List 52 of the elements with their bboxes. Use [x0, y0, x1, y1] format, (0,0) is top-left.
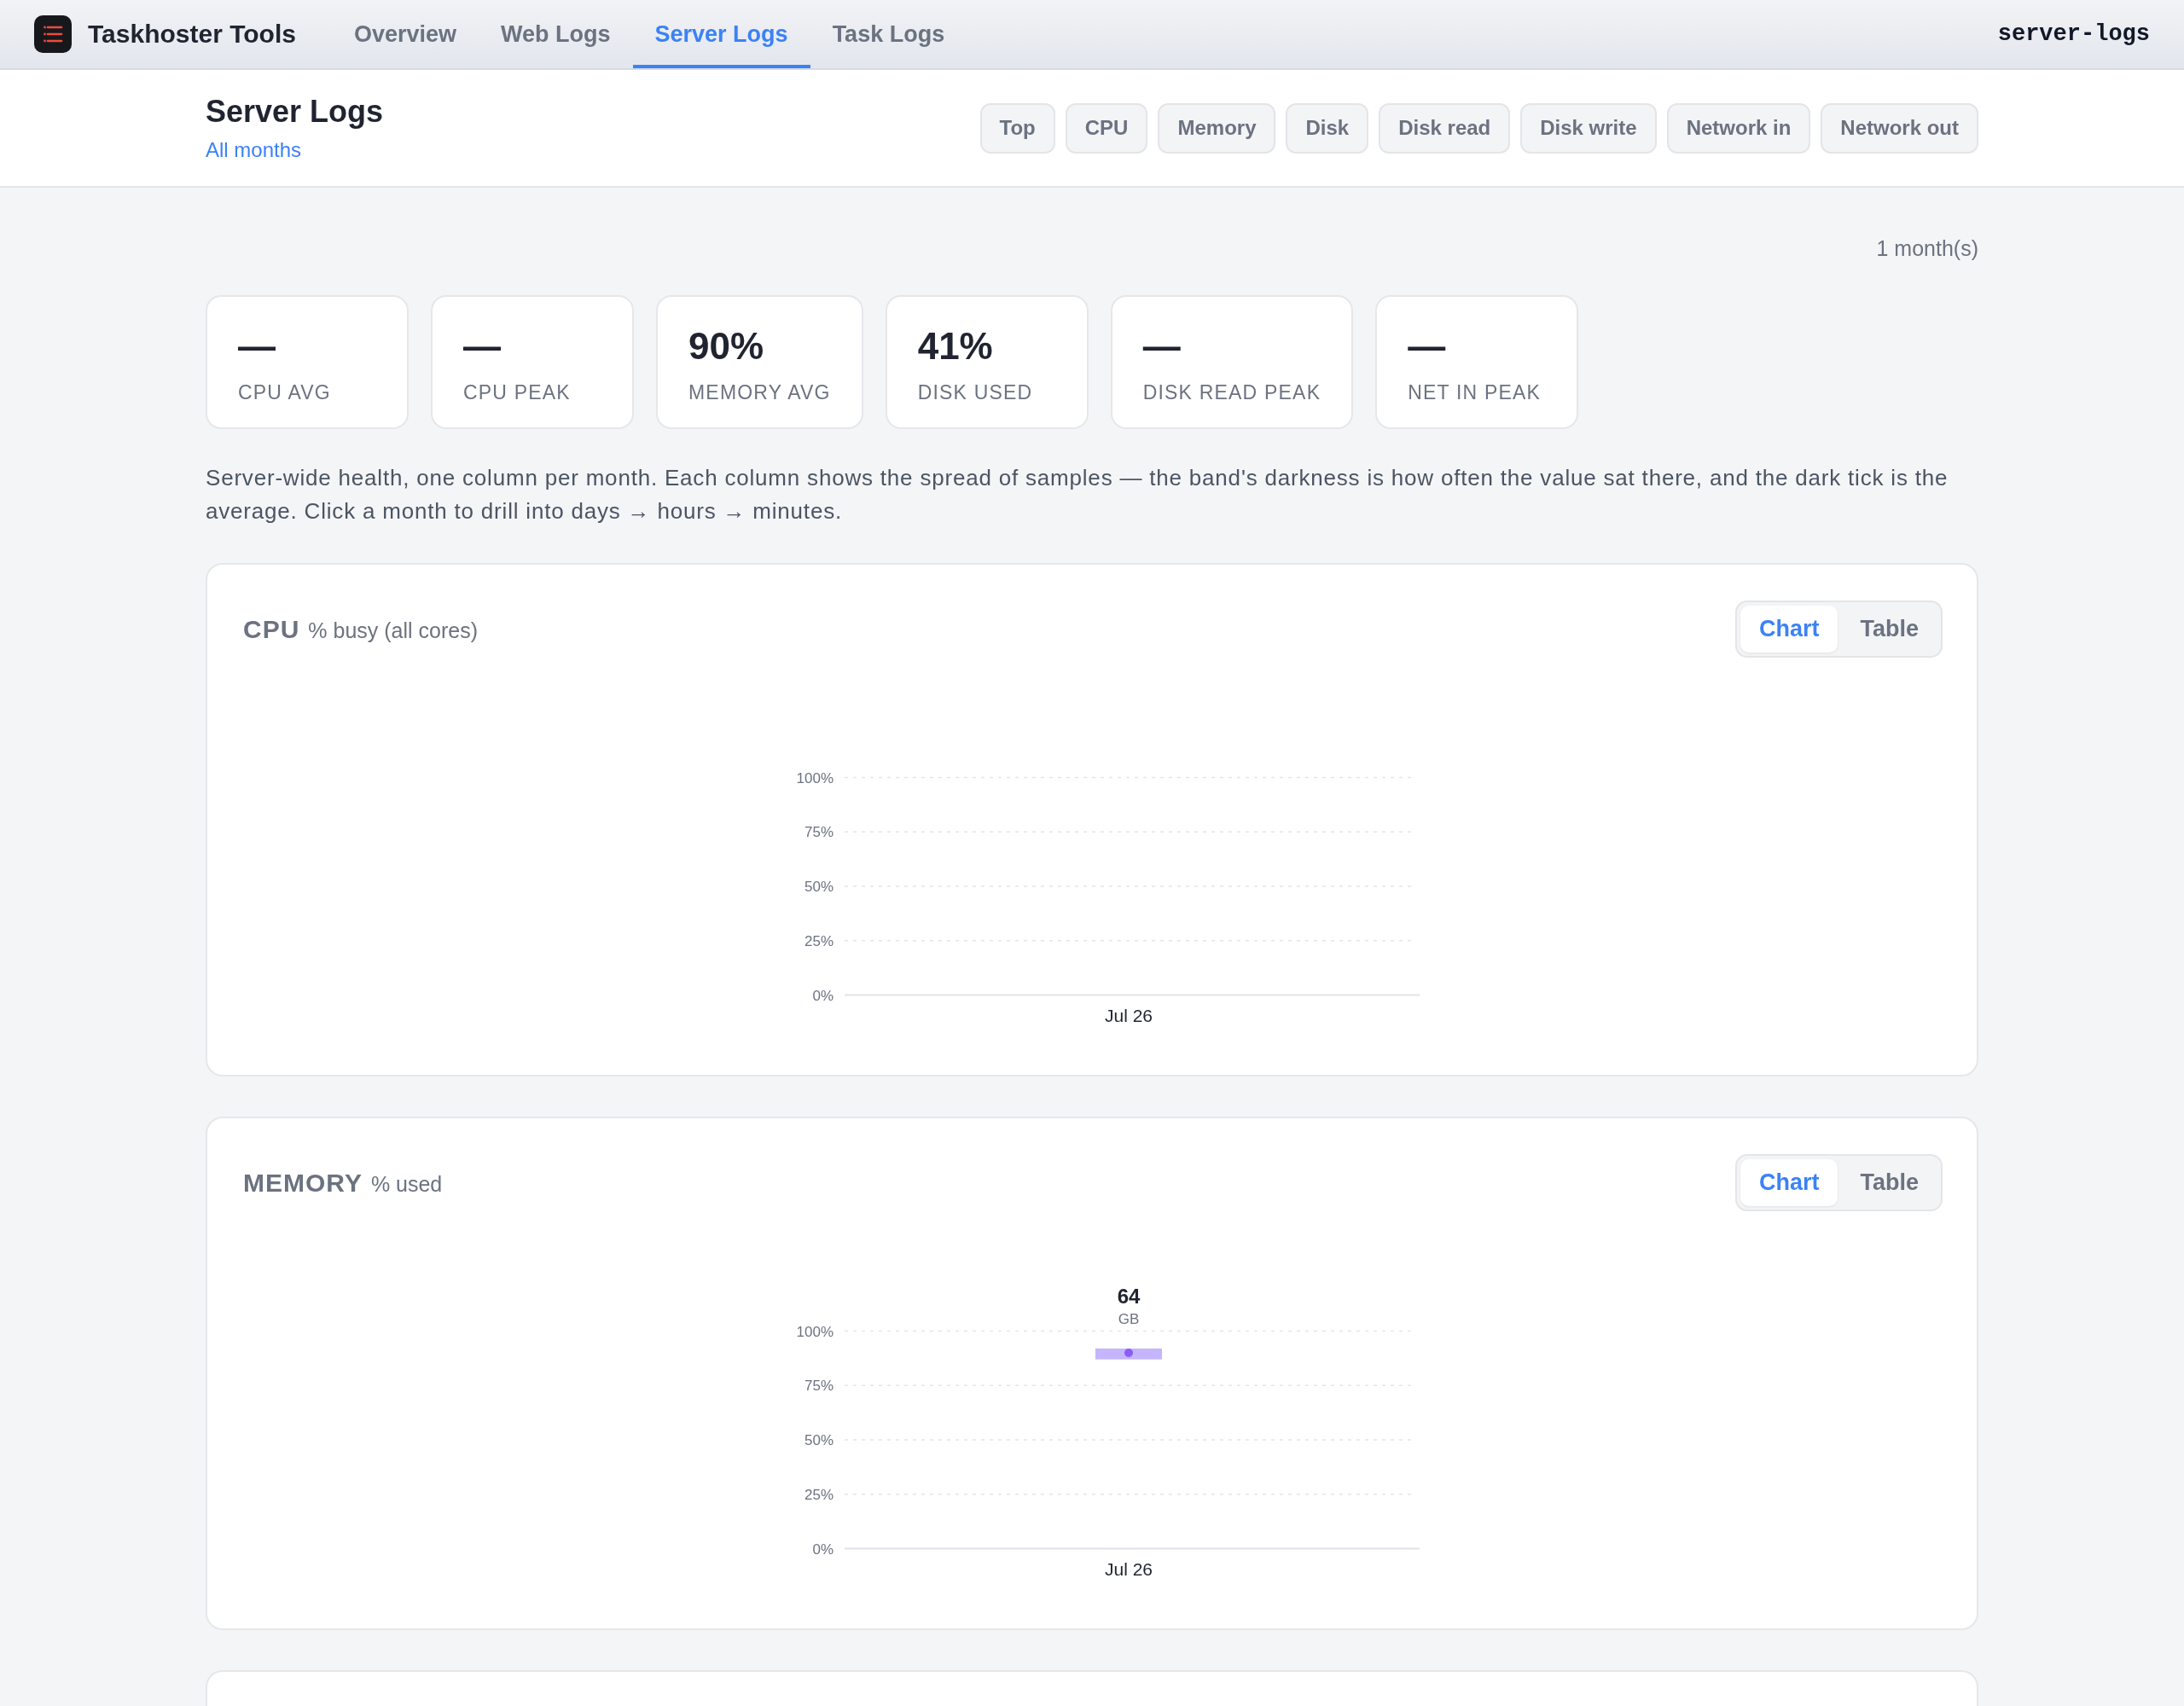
- axis-tick-label: 50%: [804, 1432, 834, 1448]
- view-toggle-option[interactable]: Table: [1841, 606, 1937, 653]
- view-toggle-option[interactable]: Table: [1841, 1159, 1937, 1206]
- axis-tick-label: 100%: [796, 1323, 834, 1340]
- metric-button[interactable]: Memory: [1158, 102, 1276, 154]
- description-text: Server-wide health, one column per month. Each column shows the spread of samples — the band's darkness is how often the value sat there, and the dark tick is the average. Click a month to drill into days → hours → minutes.: [206, 464, 1949, 525]
- annotation-unit: GB: [1118, 1310, 1140, 1327]
- stat-label: CPU PEAK: [463, 380, 572, 405]
- axis-tick-label: 75%: [804, 824, 834, 841]
- stat-label: NET IN PEAK: [1408, 380, 1542, 405]
- metric-button[interactable]: Disk read: [1379, 102, 1511, 154]
- axis-tick-label: 0%: [812, 1541, 834, 1558]
- metric-button[interactable]: Disk write: [1520, 102, 1657, 154]
- chart-title: MEMORY: [243, 1168, 363, 1198]
- axis-tick-label: 25%: [804, 932, 834, 949]
- metric-button[interactable]: CPU: [1065, 102, 1148, 154]
- stat-value: —: [463, 324, 502, 368]
- stat-label: DISK USED: [917, 380, 1034, 405]
- axis-tick-label: 0%: [812, 987, 834, 1004]
- stat-value: —: [1142, 324, 1182, 368]
- annotation-value: 64: [1117, 1284, 1141, 1308]
- nav-tab[interactable]: Task Logs: [810, 0, 967, 68]
- list-logo-icon: [34, 15, 72, 53]
- axis-category-label: Jul 26: [1105, 1558, 1153, 1579]
- app-name: Taskhoster Tools: [88, 20, 296, 49]
- chart-title: CPU: [243, 614, 300, 644]
- stat-value: —: [238, 324, 276, 368]
- stat-label: CPU AVG: [238, 380, 332, 405]
- range-summary: 1 month(s): [1876, 235, 1978, 261]
- nav-tab[interactable]: Web Logs: [479, 0, 633, 68]
- chart-subtitle: % used: [370, 1171, 443, 1197]
- axis-tick-label: 50%: [804, 879, 834, 895]
- page-slug: server-logs: [1997, 21, 2150, 47]
- chart-subtitle: % busy (all cores): [308, 618, 478, 643]
- stat-value: 90%: [688, 324, 765, 368]
- stat-label: DISK READ PEAK: [1142, 380, 1321, 405]
- nav-tab[interactable]: Overview: [331, 0, 479, 68]
- stat-label: MEMORY AVG: [688, 380, 831, 405]
- stat-value: —: [1408, 324, 1447, 368]
- axis-tick-label: 100%: [796, 769, 834, 786]
- metric-button[interactable]: Disk: [1286, 102, 1369, 154]
- view-toggle-option[interactable]: Chart: [1740, 606, 1838, 653]
- axis-category-label: Jul 26: [1105, 1005, 1153, 1025]
- axis-tick-label: 25%: [804, 1486, 834, 1503]
- breadcrumb-link[interactable]: All months: [206, 137, 302, 163]
- metric-button[interactable]: Network in: [1666, 102, 1811, 154]
- stat-value: 41%: [917, 324, 994, 368]
- metric-button[interactable]: Network out: [1821, 102, 1978, 154]
- axis-tick-label: 75%: [804, 1378, 834, 1395]
- page-title: Server Logs: [206, 93, 384, 131]
- metric-button[interactable]: Top: [979, 102, 1055, 154]
- view-toggle-option[interactable]: Chart: [1740, 1159, 1838, 1206]
